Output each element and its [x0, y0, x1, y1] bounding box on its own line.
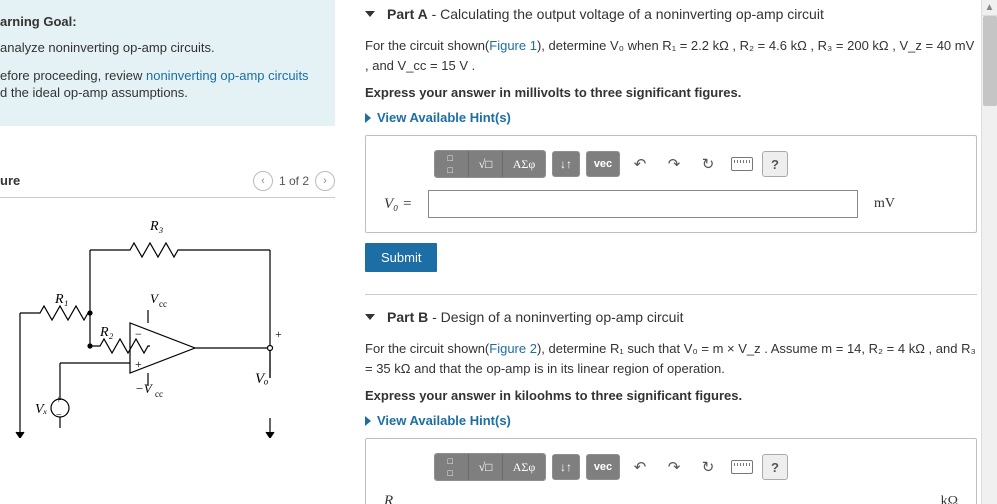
vec-tool-button[interactable]: vec: [586, 454, 620, 480]
figure-title: ure: [0, 173, 20, 188]
part-a-var-label: V₀ =: [384, 196, 428, 213]
svg-text:R₃: R₃: [149, 219, 164, 234]
svg-text:+: +: [135, 357, 142, 371]
keyboard-icon: [731, 157, 753, 171]
reset-button[interactable]: ↻: [694, 454, 722, 480]
undo-button[interactable]: ↶: [626, 454, 654, 480]
svg-text:−V: −V: [135, 381, 154, 396]
svg-text:Vₓ: Vₓ: [35, 402, 48, 417]
help-button[interactable]: ?: [762, 151, 788, 177]
fraction-tool-button[interactable]: [435, 151, 469, 177]
part-b-unit: kΩ: [941, 494, 958, 504]
svg-text:−: −: [135, 327, 142, 341]
scroll-up-button[interactable]: ▲: [982, 0, 997, 16]
equation-toolbar-b: √□ ΑΣφ ↓↑ vec ↶ ↷ ↻ ?: [434, 453, 958, 481]
redo-button[interactable]: ↷: [660, 151, 688, 177]
greek-tool-button[interactable]: ΑΣφ: [503, 151, 545, 177]
sqrt-tool-button[interactable]: √□: [469, 454, 503, 480]
learning-goal-box: arning Goal: analyze noninverting op-amp…: [0, 0, 335, 126]
part-a-express: Express your answer in millivolts to thr…: [365, 85, 977, 100]
fraction-tool-button[interactable]: [435, 454, 469, 480]
redo-button[interactable]: ↷: [660, 454, 688, 480]
equation-toolbar: √□ ΑΣφ ↓↑ vec ↶ ↷ ↻ ?: [434, 150, 958, 178]
undo-button[interactable]: ↶: [626, 151, 654, 177]
part-b-prompt: For the circuit shown(Figure 2), determi…: [365, 339, 977, 378]
help-button[interactable]: ?: [762, 454, 788, 480]
part-a-prompt: For the circuit shown(Figure 1), determi…: [365, 36, 977, 75]
part-b-var-label: R: [384, 493, 428, 504]
pager-next-button[interactable]: ›: [315, 171, 335, 191]
subscript-tool-button[interactable]: ↓↑: [552, 454, 580, 480]
svg-text:R₁: R₁: [54, 292, 68, 307]
scrollbar-thumb[interactable]: [983, 16, 997, 106]
learning-goal-title: arning Goal:: [0, 14, 323, 29]
figure-pager: ‹ 1 of 2 ›: [253, 171, 335, 191]
chevron-down-icon: [365, 314, 375, 320]
part-b-hints-toggle[interactable]: View Available Hint(s): [365, 413, 977, 428]
keyboard-button[interactable]: [728, 454, 756, 480]
svg-text:+: +: [56, 395, 62, 406]
svg-text:−: −: [56, 410, 62, 421]
figure-2-link[interactable]: Figure 2: [489, 341, 537, 356]
part-b-header[interactable]: Part B - Design of a noninverting op-amp…: [365, 309, 977, 325]
greek-tool-button[interactable]: ΑΣφ: [503, 454, 545, 480]
chevron-right-icon: [365, 416, 371, 426]
svg-text:cc: cc: [159, 299, 167, 309]
goal-sentence-1: analyze noninverting op-amp circuits.: [0, 39, 323, 57]
pager-prev-button[interactable]: ‹: [253, 171, 273, 191]
vec-tool-button[interactable]: vec: [586, 151, 620, 177]
part-a-submit-button[interactable]: Submit: [365, 243, 437, 272]
figure-1-link[interactable]: Figure 1: [489, 38, 537, 53]
part-b-express: Express your answer in kiloohms to three…: [365, 388, 977, 403]
part-a-answer-box: √□ ΑΣφ ↓↑ vec ↶ ↷ ↻ ? V₀ = mV: [365, 135, 977, 233]
keyboard-icon: [731, 460, 753, 474]
svg-text:cc: cc: [155, 389, 163, 399]
part-a-header[interactable]: Part A - Calculating the output voltage …: [365, 6, 977, 22]
reset-button[interactable]: ↻: [694, 151, 722, 177]
review-link[interactable]: noninverting op-amp circuits: [146, 68, 309, 83]
vertical-scrollbar[interactable]: ▲: [981, 0, 997, 504]
keyboard-button[interactable]: [728, 151, 756, 177]
goal-sentence-2: efore proceeding, review noninverting op…: [0, 67, 323, 102]
svg-text:R₂: R₂: [99, 325, 114, 340]
chevron-right-icon: [365, 113, 371, 123]
circuit-figure: R₃ R₁ R₂ V cc −V: [0, 210, 335, 441]
part-b-answer-box: √□ ΑΣφ ↓↑ vec ↶ ↷ ↻ ? R kΩ: [365, 438, 977, 504]
svg-text:Vₒ: Vₒ: [255, 371, 268, 387]
svg-text:+: +: [275, 327, 282, 341]
chevron-down-icon: [365, 11, 375, 17]
part-a-hints-toggle[interactable]: View Available Hint(s): [365, 110, 977, 125]
part-a-answer-input[interactable]: [428, 190, 858, 218]
subscript-tool-button[interactable]: ↓↑: [552, 151, 580, 177]
pager-text: 1 of 2: [279, 174, 309, 188]
part-a-unit: mV: [874, 196, 895, 212]
sqrt-tool-button[interactable]: √□: [469, 151, 503, 177]
